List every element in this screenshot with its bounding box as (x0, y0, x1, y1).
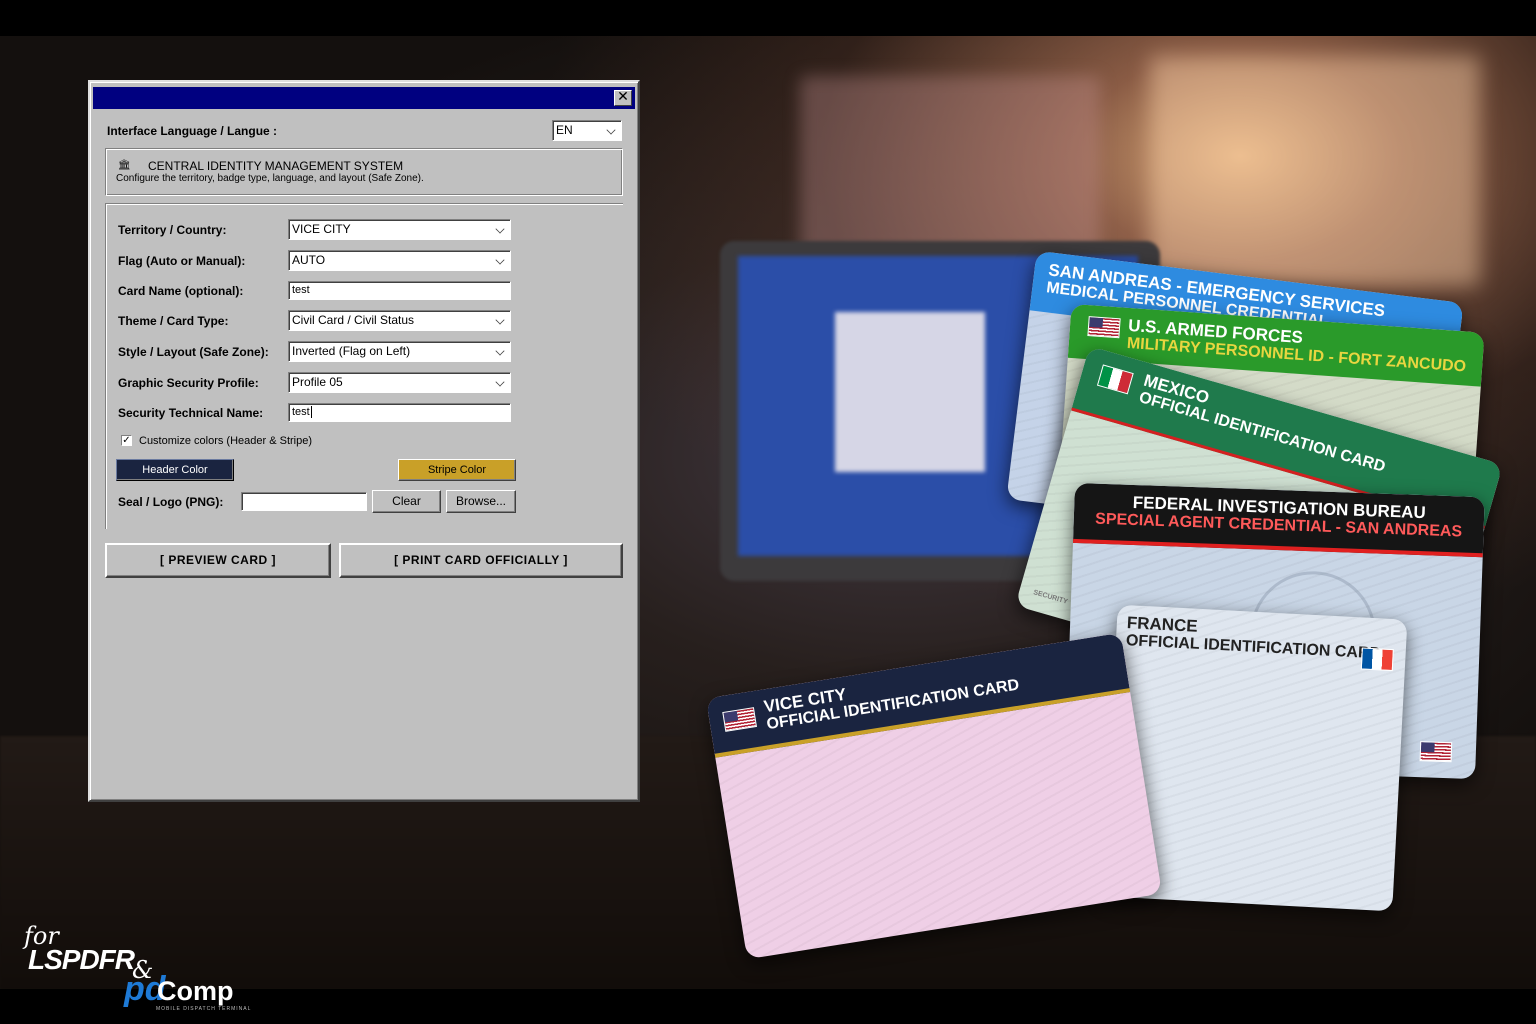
monitor-window (835, 312, 985, 472)
logo-tagline: MOBILE DISPATCH TERMINAL (156, 1006, 252, 1012)
style-value: Inverted (Flag on Left) (292, 344, 411, 358)
browse-button[interactable]: Browse... (446, 490, 516, 513)
seal-path-input[interactable] (241, 492, 367, 511)
language-value: EN (556, 123, 573, 137)
identity-dialog: ✕ Interface Language / Langue : EN 🏛 CEN… (88, 80, 640, 802)
chevron-down-icon (495, 346, 505, 356)
security-name-value: test (292, 406, 310, 418)
stripe-color-button[interactable]: Stripe Color (398, 459, 516, 481)
theme-select[interactable]: Civil Card / Civil Status (288, 310, 511, 331)
territory-select[interactable]: VICE CITY (288, 219, 511, 240)
security-name-input[interactable]: test (288, 403, 511, 422)
lspdfr-pdcomp-logo: for LSPDFR & pd Comp MOBILE DISPATCH TER… (24, 920, 254, 1016)
security-name-label: Security Technical Name: (118, 406, 264, 420)
text-cursor (310, 406, 312, 418)
chevron-down-icon (495, 224, 505, 234)
territory-label: Territory / Country: (118, 223, 227, 237)
print-card-button[interactable]: [ PRINT CARD OFFICIALLY ] (339, 543, 623, 578)
card-name-label: Card Name (optional): (118, 284, 244, 298)
flag-label: Flag (Auto or Manual): (118, 254, 246, 268)
flag-select[interactable]: AUTO (288, 250, 511, 271)
france-flag-icon (1360, 647, 1394, 672)
preview-card-button[interactable]: [ PREVIEW CARD ] (105, 543, 331, 578)
us-flag-icon (1087, 316, 1121, 339)
language-label: Interface Language / Langue : (107, 124, 278, 138)
security-profile-value: Profile 05 (292, 375, 343, 389)
bank-icon: 🏛 (118, 160, 131, 171)
us-flag-icon (1419, 741, 1453, 763)
security-profile-label: Graphic Security Profile: (118, 376, 259, 390)
seal-label: Seal / Logo (PNG): (118, 495, 224, 509)
info-panel: 🏛 CENTRAL IDENTITY MANAGEMENT SYSTEM Con… (105, 148, 623, 196)
card-name-input[interactable]: test (288, 281, 511, 300)
style-select[interactable]: Inverted (Flag on Left) (288, 341, 511, 362)
customize-colors-checkbox[interactable]: ✓ (121, 435, 132, 446)
theme-value: Civil Card / Civil Status (292, 313, 415, 327)
logo-lspdfr: LSPDFR (28, 944, 135, 975)
language-select[interactable]: EN (552, 120, 622, 141)
info-title: CENTRAL IDENTITY MANAGEMENT SYSTEM (148, 159, 404, 173)
security-profile-select[interactable]: Profile 05 (288, 372, 511, 393)
territory-value: VICE CITY (292, 222, 351, 236)
flag-value: AUTO (292, 253, 326, 267)
style-label: Style / Layout (Safe Zone): (118, 345, 269, 359)
window-sunlight (1150, 56, 1480, 286)
logo-comp: Comp (157, 976, 234, 1006)
chevron-down-icon (495, 377, 505, 387)
close-icon[interactable]: ✕ (614, 90, 632, 106)
customize-colors-label: Customize colors (Header & Stripe) (139, 435, 313, 447)
chevron-down-icon (495, 315, 505, 325)
title-bar: ✕ (93, 87, 635, 109)
chevron-down-icon (606, 125, 616, 135)
header-color-button[interactable]: Header Color (116, 459, 234, 481)
theme-label: Theme / Card Type: (118, 314, 229, 328)
chevron-down-icon (495, 255, 505, 265)
clear-button[interactable]: Clear (372, 490, 441, 513)
info-description: Configure the territory, badge type, lan… (116, 173, 424, 184)
